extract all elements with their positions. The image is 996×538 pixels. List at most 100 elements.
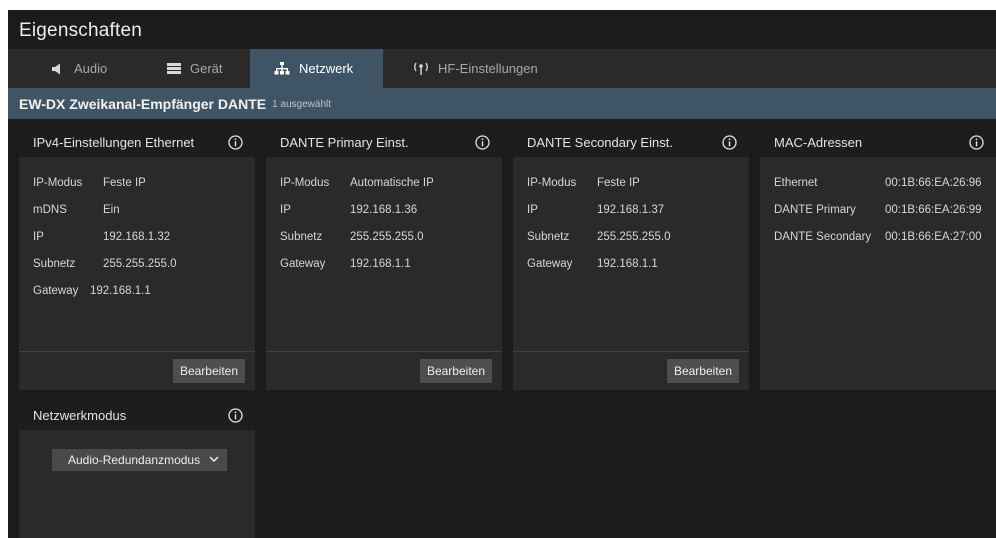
setting-value: 192.168.1.36 [350, 203, 418, 216]
setting-label: Gateway [280, 257, 326, 270]
setting-label: Ethernet [774, 176, 818, 189]
setting-value: 255.255.255.0 [597, 230, 671, 243]
setting-value: 192.168.1.37 [597, 203, 665, 216]
content-area: IPv4-Einstellungen Ethernet IP-Modus Fest… [8, 119, 996, 538]
setting-label: IP-Modus [280, 176, 330, 189]
card-body: IP-Modus Automatische IP IP 192.168.1.36 S… [266, 157, 502, 277]
setting-value: 00:1B:66:EA:26:99 [885, 203, 982, 216]
dante-primary-card: DANTE Primary Einst. IP-Modus Automatisch… [266, 128, 502, 390]
tab-audio[interactable]: Audio [51, 49, 107, 88]
setting-label: IP [280, 203, 291, 216]
device-bar: EW-DX Zweikanal-Empfänger DANTE 1 ausgew… [8, 88, 996, 119]
device-name: EW-DX Zweikanal-Empfänger DANTE [19, 95, 267, 112]
setting-value: 192.168.1.1 [350, 257, 411, 270]
device-icon [167, 63, 181, 74]
info-icon[interactable] [722, 135, 737, 150]
tab-hf-label: HF-Einstellungen [438, 61, 538, 76]
setting-row: IP 192.168.1.36 [280, 196, 502, 223]
card-body: Ethernet 00:1B:66:EA:26:96 DANTE Primary 0… [760, 157, 996, 250]
setting-row: Gateway 192.168.1.1 [527, 250, 749, 277]
info-icon[interactable] [969, 135, 984, 150]
selection-count: 1 ausgewählt [272, 99, 332, 110]
tab-audio-label: Audio [74, 61, 108, 76]
card-body: IP-Modus Feste IP IP 192.168.1.37 Subnetz 2… [513, 157, 749, 277]
setting-label: Subnetz [33, 257, 76, 270]
ipv4-card: IPv4-Einstellungen Ethernet IP-Modus Fest… [19, 128, 255, 390]
tab-netzwerk-label: Netzwerk [299, 61, 354, 76]
tab-netzwerk[interactable]: Netzwerk [250, 49, 383, 88]
card-header: MAC-Adressen [760, 128, 996, 157]
card-body: IP-Modus Feste IP mDNS Ein IP 192.168.1.32 … [19, 157, 255, 304]
setting-value: 255.255.255.0 [350, 230, 424, 243]
antenna-icon [413, 62, 429, 75]
setting-row: mDNS Ein [33, 196, 255, 223]
properties-window: Eigenschaften Audio Gerät Netzwerk HF-Ei… [8, 10, 996, 538]
setting-value: 00:1B:66:EA:26:96 [885, 176, 982, 189]
mac-addresses-card: MAC-Adressen Ethernet 00:1B:66:EA:26:96 D… [760, 128, 996, 390]
setting-row: Subnetz 255.255.255.0 [280, 223, 502, 250]
tab-bar: Audio Gerät Netzwerk HF-Einstellungen [8, 49, 996, 88]
setting-row: IP 192.168.1.37 [527, 196, 749, 223]
dante-secondary-card: DANTE Secondary Einst. IP-Modus Feste IP … [513, 128, 749, 390]
setting-value: 192.168.1.32 [103, 230, 171, 243]
setting-row: Gateway 192.168.1.1 [280, 250, 502, 277]
card-footer: Bearbeiten [19, 351, 255, 390]
setting-row: Ethernet 00:1B:66:EA:26:96 [774, 169, 996, 196]
setting-value: 00:1B:66:EA:27:00 [885, 230, 982, 243]
setting-value: Automatische IP [350, 176, 434, 189]
card-header: DANTE Secondary Einst. [513, 128, 749, 157]
setting-row: IP 192.168.1.32 [33, 223, 255, 250]
tab-geraet[interactable]: Gerät [167, 49, 223, 88]
setting-value: Feste IP [597, 176, 640, 189]
edit-button[interactable]: Bearbeiten [172, 359, 245, 383]
chevron-down-icon [209, 455, 219, 463]
setting-label: DANTE Primary [774, 203, 856, 216]
setting-row: IP-Modus Feste IP [33, 169, 255, 196]
setting-label: IP-Modus [33, 176, 83, 189]
setting-row: DANTE Secondary 00:1B:66:EA:27:00 [774, 223, 996, 250]
setting-value: Ein [103, 203, 120, 216]
card-title: IPv4-Einstellungen Ethernet [33, 135, 195, 150]
edit-button[interactable]: Bearbeiten [419, 359, 492, 383]
card-footer: Bearbeiten [266, 351, 502, 390]
setting-label: IP [33, 230, 44, 243]
setting-label: DANTE Secondary [774, 230, 872, 243]
setting-value: 255.255.255.0 [103, 257, 177, 270]
info-icon[interactable] [228, 408, 243, 423]
card-title: DANTE Primary Einst. [280, 135, 409, 150]
setting-value: 192.168.1.1 [90, 284, 151, 297]
setting-label: mDNS [33, 203, 67, 216]
setting-label: Gateway [33, 284, 79, 297]
card-title: MAC-Adressen [774, 135, 863, 150]
speaker-icon [51, 63, 65, 75]
setting-label: IP [527, 203, 538, 216]
network-mode-card: Netzwerkmodus Audio-Redundanzmodus [19, 401, 255, 538]
network-icon [274, 62, 290, 75]
card-header: DANTE Primary Einst. [266, 128, 502, 157]
card-header: IPv4-Einstellungen Ethernet [19, 128, 255, 157]
info-icon[interactable] [475, 135, 490, 150]
setting-row: Subnetz 255.255.255.0 [527, 223, 749, 250]
edit-button[interactable]: Bearbeiten [666, 359, 739, 383]
setting-row: Subnetz 255.255.255.0 [33, 250, 255, 277]
tab-hf-einstellungen[interactable]: HF-Einstellungen [413, 49, 538, 88]
setting-label: IP-Modus [527, 176, 577, 189]
setting-row: IP-Modus Automatische IP [280, 169, 502, 196]
card-title: Netzwerkmodus [33, 408, 127, 423]
setting-row: Gateway 192.168.1.1 [33, 277, 255, 304]
setting-row: DANTE Primary 00:1B:66:EA:26:99 [774, 196, 996, 223]
setting-label: Gateway [527, 257, 573, 270]
network-mode-select[interactable]: Audio-Redundanzmodus [52, 449, 227, 471]
card-header: Netzwerkmodus [19, 401, 255, 430]
info-icon[interactable] [228, 135, 243, 150]
card-footer: Bearbeiten [513, 351, 749, 390]
tab-geraet-label: Gerät [190, 61, 223, 76]
setting-label: Subnetz [527, 230, 570, 243]
setting-value: Feste IP [103, 176, 146, 189]
window-title: Eigenschaften [8, 10, 996, 49]
setting-label: Subnetz [280, 230, 323, 243]
setting-row: IP-Modus Feste IP [527, 169, 749, 196]
card-title: DANTE Secondary Einst. [527, 135, 673, 150]
select-value: Audio-Redundanzmodus [68, 453, 201, 467]
setting-value: 192.168.1.1 [597, 257, 658, 270]
